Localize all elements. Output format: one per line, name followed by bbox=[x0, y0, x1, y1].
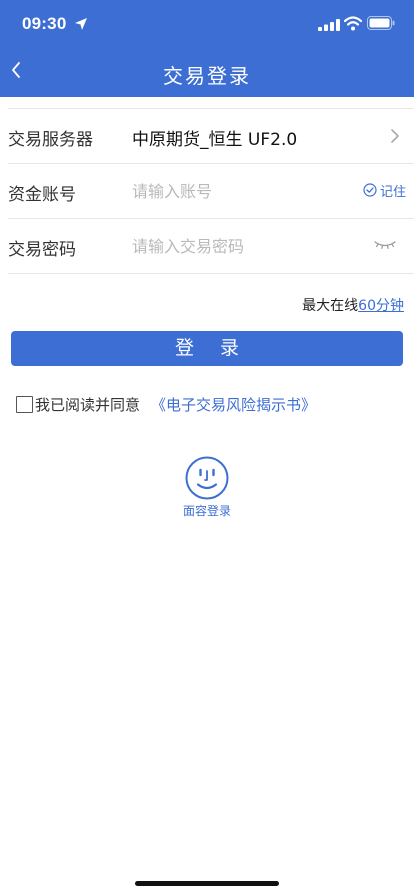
max-online-duration-link[interactable]: 60分钟 bbox=[358, 298, 404, 314]
login-button[interactable]: 登 录 bbox=[11, 331, 403, 366]
face-login-button[interactable]: 面容登录 bbox=[172, 454, 242, 524]
server-value[interactable]: 中原期货_恒生 UF2.0 bbox=[132, 125, 297, 150]
status-bar: 09:30 bbox=[0, 0, 414, 52]
account-row: 资金账号 记住 bbox=[8, 164, 414, 219]
max-online-label: 最大在线 bbox=[302, 298, 359, 314]
risk-disclosure-link[interactable]: 《电子交易风险揭示书》 bbox=[151, 394, 316, 415]
remember-account-toggle[interactable]: 记住 bbox=[363, 181, 406, 201]
home-indicator bbox=[135, 881, 279, 886]
agreement-text: 我已阅读并同意 bbox=[35, 396, 141, 414]
chevron-right-icon[interactable] bbox=[390, 128, 400, 144]
password-row: 交易密码 bbox=[8, 219, 414, 274]
wifi-icon bbox=[344, 16, 362, 31]
face-id-icon bbox=[185, 456, 229, 500]
account-label: 资金账号 bbox=[8, 185, 76, 205]
password-label: 交易密码 bbox=[8, 240, 76, 260]
nav-bar: 交易登录 bbox=[0, 52, 414, 97]
location-arrow-icon bbox=[75, 18, 87, 30]
page-title: 交易登录 bbox=[163, 64, 251, 88]
account-input[interactable] bbox=[132, 178, 332, 204]
agreement-checkbox[interactable] bbox=[16, 396, 33, 413]
password-input[interactable] bbox=[132, 233, 332, 259]
app-header: 09:30 交易登录 bbox=[0, 0, 414, 97]
status-time: 09:30 bbox=[22, 14, 67, 33]
server-label: 交易服务器 bbox=[8, 130, 93, 150]
signal-icon bbox=[318, 19, 340, 31]
remember-label: 记住 bbox=[379, 185, 406, 200]
max-online-info: 最大在线60分钟 bbox=[302, 295, 404, 315]
eye-closed-icon[interactable] bbox=[374, 240, 396, 250]
check-circle-icon bbox=[363, 183, 377, 197]
face-login-label: 面容登录 bbox=[182, 504, 231, 518]
server-row[interactable]: 交易服务器 中原期货_恒生 UF2.0 bbox=[8, 109, 414, 164]
battery-icon bbox=[367, 16, 395, 30]
